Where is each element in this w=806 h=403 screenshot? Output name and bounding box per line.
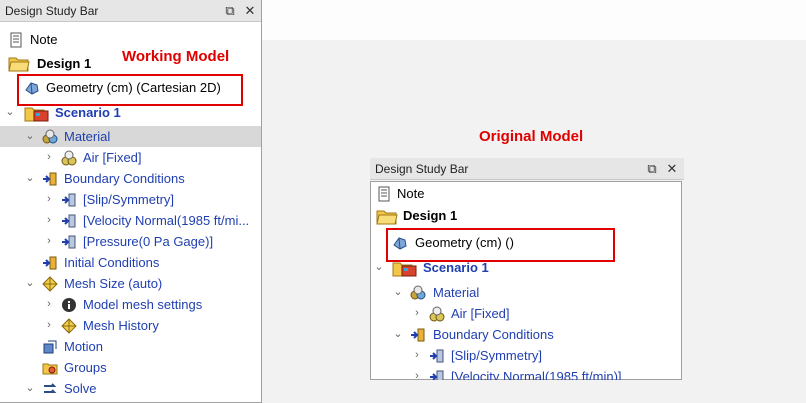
tree-label: Material <box>433 285 480 300</box>
tree-label: Mesh Size (auto) <box>64 276 163 291</box>
tree-item-mesh-size[interactable]: ⌄ Mesh Size (auto) <box>0 273 261 294</box>
tree-item-initial-conditions[interactable]: Initial Conditions <box>0 252 261 273</box>
chevron-right-icon[interactable]: › <box>43 210 55 231</box>
chevron-right-icon[interactable]: › <box>43 315 55 336</box>
chevron-right-icon[interactable]: › <box>411 366 423 380</box>
note-icon <box>10 32 22 48</box>
scenario-icon <box>24 107 49 122</box>
tree-label: [Slip/Symmetry] <box>83 192 175 207</box>
boundary-icon <box>411 328 425 342</box>
panel-title: Design Study Bar <box>375 162 469 176</box>
chevron-right-icon[interactable]: › <box>43 294 55 315</box>
tree-item-material[interactable]: ⌄ Material <box>370 282 682 303</box>
chevron-down-icon[interactable]: ⌄ <box>24 378 36 399</box>
tree-label: Model mesh settings <box>83 297 203 312</box>
workspace-top-strip <box>262 0 806 40</box>
panel-titlebar: Design Study Bar ⧉ ✕ <box>0 0 261 22</box>
tree-item-solve[interactable]: ⌄ Solve <box>0 378 261 399</box>
tree-item-air[interactable]: › Air [Fixed] <box>0 147 261 168</box>
tree-item-slip[interactable]: › [Slip/Symmetry] <box>370 345 682 366</box>
tree-label: Material <box>64 129 111 144</box>
chevron-right-icon[interactable]: › <box>411 345 423 366</box>
tree-item-motion[interactable]: Motion <box>0 336 261 357</box>
boundary-icon <box>430 370 444 380</box>
chevron-down-icon[interactable]: ⌄ <box>392 324 404 345</box>
air-icon <box>429 306 445 322</box>
tree-label: Groups <box>64 360 107 375</box>
tree-item-boundary-conditions[interactable]: ⌄ Boundary Conditions <box>370 324 682 345</box>
boundary-icon <box>43 172 57 186</box>
original-model-annotation: Original Model <box>479 128 584 145</box>
motion-icon <box>43 340 57 354</box>
tree-label: Boundary Conditions <box>64 171 185 186</box>
boundary-icon <box>430 349 444 363</box>
tree-label: Design 1 <box>37 56 92 71</box>
working-model-annotation: Working Model <box>122 48 230 65</box>
restore-icon[interactable]: ⧉ <box>222 3 238 19</box>
chevron-right-icon[interactable]: › <box>43 147 55 168</box>
chevron-right-icon[interactable]: › <box>411 303 423 324</box>
working-model-highlight <box>17 74 243 106</box>
tree-item-mesh-history[interactable]: › Mesh History <box>0 315 261 336</box>
chevron-down-icon[interactable]: ⌄ <box>4 102 16 123</box>
info-icon <box>62 298 76 312</box>
tree-item-velocity[interactable]: › [Velocity Normal(1985 ft/min)] <box>370 366 682 380</box>
mesh-icon <box>42 276 58 292</box>
boundary-icon <box>62 193 76 207</box>
chevron-down-icon[interactable]: ⌄ <box>373 257 385 278</box>
tree-label: Air [Fixed] <box>451 306 510 321</box>
boundary-icon <box>43 256 57 270</box>
chevron-right-icon[interactable]: › <box>43 231 55 252</box>
restore-icon[interactable]: ⧉ <box>644 161 660 177</box>
solve-icon <box>44 383 57 393</box>
design-study-bar-original: Design Study Bar ⧉ ✕ Note Design 1 Geome… <box>370 158 684 380</box>
original-model-highlight <box>386 228 615 262</box>
tree-label: Mesh History <box>83 318 159 333</box>
tree-item-note[interactable]: Note <box>0 29 261 50</box>
tree-label: [Velocity Normal(1985 ft/mi... <box>83 213 250 228</box>
chevron-down-icon[interactable]: ⌄ <box>392 282 404 303</box>
chevron-down-icon[interactable]: ⌄ <box>24 168 36 189</box>
panel-title: Design Study Bar <box>5 4 99 18</box>
tree-label: Motion <box>64 339 104 354</box>
tree-item-boundary-conditions[interactable]: ⌄ Boundary Conditions <box>0 168 261 189</box>
tree-item-note[interactable]: Note <box>370 183 682 204</box>
mesh-icon <box>61 318 77 334</box>
chevron-right-icon[interactable]: › <box>43 189 55 210</box>
chevron-down-icon[interactable]: ⌄ <box>24 126 36 147</box>
tree-item-pressure[interactable]: › [Pressure(0 Pa Gage)] <box>0 231 261 252</box>
tree-label: [Velocity Normal(1985 ft/min)] <box>451 369 622 380</box>
tree-label: Design 1 <box>403 208 458 223</box>
chevron-down-icon[interactable]: ⌄ <box>24 273 36 294</box>
close-icon[interactable]: ✕ <box>242 3 258 19</box>
tree-label: Initial Conditions <box>64 255 160 270</box>
note-icon <box>378 186 390 202</box>
tree-item-model-mesh-settings[interactable]: › Model mesh settings <box>0 294 261 315</box>
tree-label: Air [Fixed] <box>83 150 142 165</box>
tree-label: [Pressure(0 Pa Gage)] <box>83 234 214 249</box>
tree-label: Solve <box>64 381 97 396</box>
groups-icon <box>42 363 58 375</box>
folder-icon <box>376 210 398 225</box>
tree-item-air[interactable]: › Air [Fixed] <box>370 303 682 324</box>
tree-label: [Slip/Symmetry] <box>451 348 543 363</box>
tree-item-groups[interactable]: Groups <box>0 357 261 378</box>
folder-icon <box>8 57 30 72</box>
material-icon <box>42 129 58 144</box>
tree-label: Note <box>30 32 58 47</box>
tree-label: Boundary Conditions <box>433 327 554 342</box>
panel-titlebar: Design Study Bar ⧉ ✕ <box>370 158 684 180</box>
tree-item-design[interactable]: Design 1 <box>370 205 682 226</box>
tree-label: Note <box>397 186 425 201</box>
air-icon <box>61 150 77 166</box>
close-icon[interactable]: ✕ <box>664 161 680 177</box>
boundary-icon <box>62 214 76 228</box>
material-icon <box>410 285 426 300</box>
tree-item-velocity[interactable]: › [Velocity Normal(1985 ft/mi... <box>0 210 261 231</box>
tree-item-material[interactable]: ⌄ Material <box>0 126 261 147</box>
boundary-icon <box>62 235 76 249</box>
tree-item-slip[interactable]: › [Slip/Symmetry] <box>0 189 261 210</box>
